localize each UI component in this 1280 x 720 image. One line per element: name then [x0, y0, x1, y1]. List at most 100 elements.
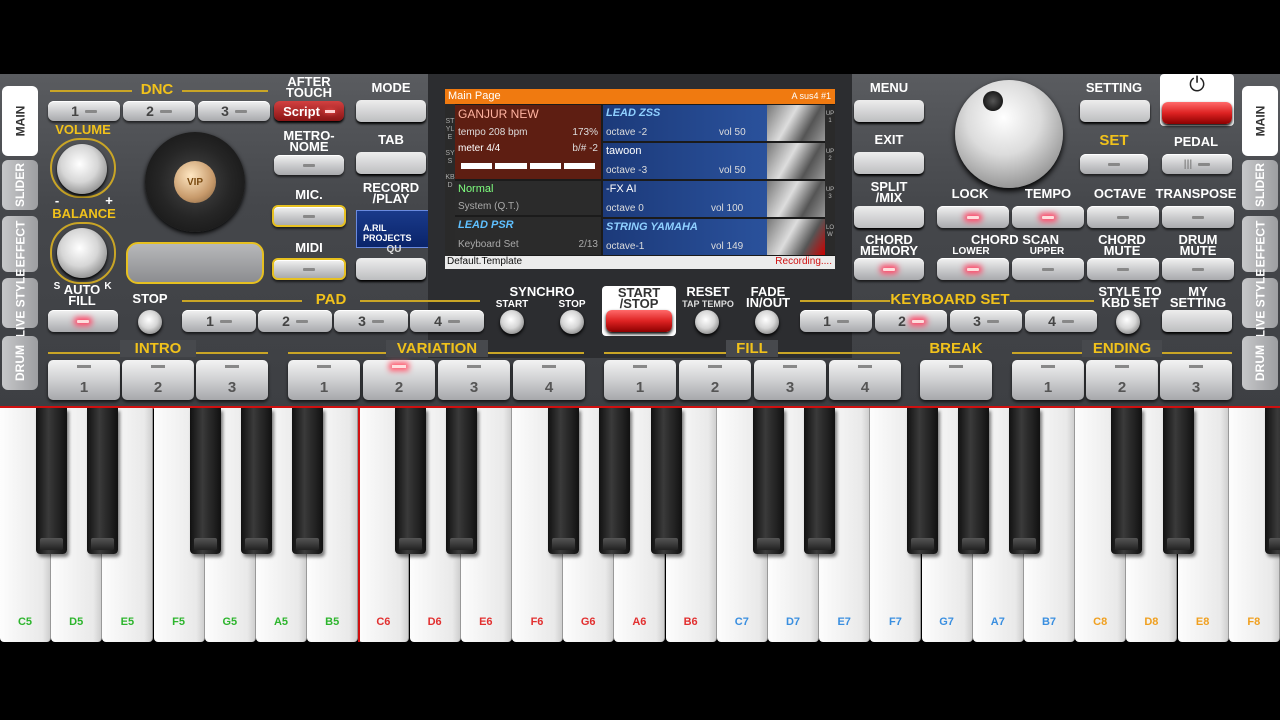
black-key[interactable] [753, 408, 784, 554]
tab-button[interactable] [356, 152, 426, 174]
voice-up2[interactable]: tawoon octave -3 vol 50 [603, 143, 825, 179]
fade-knob[interactable] [755, 310, 779, 334]
quick-button[interactable] [356, 258, 426, 280]
mic-button[interactable] [272, 205, 346, 227]
kbd-set-button-3[interactable]: 3 [950, 310, 1022, 332]
start-stop-button[interactable] [606, 310, 672, 332]
synchro-stop-knob[interactable] [560, 310, 584, 334]
lock-button[interactable] [937, 206, 1009, 228]
voice-up3[interactable]: -FX AI octave 0 vol 100 [603, 181, 825, 217]
fill-button-3[interactable]: 3 [754, 360, 826, 400]
data-dial[interactable] [955, 80, 1063, 188]
side-tab-effect-right[interactable]: EFFECT [1242, 216, 1278, 272]
intro-button-2[interactable]: 2 [122, 360, 194, 400]
synchro-stop-label: STOP [558, 299, 586, 310]
split-mix-button[interactable] [854, 206, 924, 228]
set-button[interactable] [1080, 154, 1148, 174]
variation-button-4[interactable]: 4 [513, 360, 585, 400]
black-key[interactable] [1162, 408, 1194, 554]
side-tab-effect-left[interactable]: EFFECT [2, 216, 38, 272]
stop-knob[interactable] [138, 310, 162, 334]
pedal-button[interactable]: ||| [1162, 154, 1232, 174]
black-key[interactable] [1265, 408, 1280, 554]
voice-low[interactable]: STRING YAMAHA octave-1 vol 149 [603, 219, 825, 255]
kbd-set-button-4[interactable]: 4 [1025, 310, 1097, 332]
black-key[interactable] [599, 408, 631, 554]
style-to-kbd-knob[interactable] [1116, 310, 1140, 334]
variation-button-3[interactable]: 3 [438, 360, 510, 400]
dnc-button-3[interactable]: 3 [198, 101, 270, 121]
performance-panel[interactable]: Normal System (Q.T.) [455, 181, 601, 215]
chord-scan-upper-button[interactable] [1012, 258, 1084, 280]
black-key[interactable] [36, 408, 68, 554]
pad-button-3[interactable]: 3 [334, 310, 408, 332]
black-key[interactable] [906, 408, 938, 554]
style-panel[interactable]: GANJUR NEW tempo 208 bpm 173% meter 4/4 … [455, 105, 601, 179]
octave-button[interactable] [1087, 206, 1159, 228]
black-key[interactable] [1111, 408, 1143, 554]
black-key[interactable] [87, 408, 119, 554]
keyboard-set-panel[interactable]: LEAD PSR Keyboard Set 2/13 [455, 217, 601, 255]
pad-button-1[interactable]: 1 [182, 310, 256, 332]
pad-button-2[interactable]: 2 [258, 310, 332, 332]
ending-button-2[interactable]: 2 [1086, 360, 1158, 400]
drum-mute-button[interactable] [1162, 258, 1234, 280]
black-key[interactable] [241, 408, 272, 554]
transpose-button[interactable] [1162, 206, 1234, 228]
chord-memory-button[interactable] [854, 258, 924, 280]
black-key[interactable] [394, 408, 426, 554]
voice-up1[interactable]: LEAD ZSS octave -2 vol 50 [603, 105, 825, 141]
mode-button[interactable] [356, 100, 426, 122]
chord-scan-lower-button[interactable] [937, 258, 1009, 280]
side-tab-slider-right[interactable]: SLIDER [1242, 160, 1278, 210]
ending-button-1[interactable]: 1 [1012, 360, 1084, 400]
ending-button-3[interactable]: 3 [1160, 360, 1232, 400]
black-key[interactable] [548, 408, 580, 554]
black-key[interactable] [189, 408, 221, 554]
black-key[interactable] [957, 408, 989, 554]
auto-fill-button[interactable] [48, 310, 118, 332]
tempo-button[interactable] [1012, 206, 1084, 228]
volume-knob[interactable] [57, 144, 107, 194]
intro-button-3[interactable]: 3 [196, 360, 268, 400]
chord-mute-button[interactable] [1087, 258, 1159, 280]
black-key[interactable] [804, 408, 836, 554]
pad-button-4[interactable]: 4 [410, 310, 484, 332]
button-label: 2 [1117, 379, 1127, 396]
dnc-button-2[interactable]: 2 [123, 101, 195, 121]
black-key[interactable] [650, 408, 682, 554]
fill-button-2[interactable]: 2 [679, 360, 751, 400]
black-key[interactable] [445, 408, 477, 554]
intro-button-1[interactable]: 1 [48, 360, 120, 400]
black-key[interactable] [292, 408, 324, 554]
my-setting-button[interactable] [1162, 310, 1232, 332]
variation-button-1[interactable]: 1 [288, 360, 360, 400]
script-button[interactable]: Script [274, 101, 344, 121]
side-tab-live-style-left[interactable]: LIVE STYLE [2, 269, 38, 337]
synchro-start-knob[interactable] [500, 310, 524, 334]
break-button[interactable] [920, 360, 992, 400]
balance-knob[interactable] [57, 228, 107, 278]
side-tab-main-left[interactable]: MAIN [2, 86, 38, 156]
midi-button[interactable] [272, 258, 346, 280]
fill-button-4[interactable]: 4 [829, 360, 901, 400]
touch-pad[interactable] [126, 242, 264, 284]
side-tab-main-right[interactable]: MAIN [1242, 86, 1278, 156]
side-tab-drum-left[interactable]: DRUM [2, 336, 38, 390]
power-button[interactable] [1162, 102, 1232, 124]
side-tab-drum-right[interactable]: DRUM [1242, 336, 1278, 390]
metronome-button[interactable] [274, 155, 344, 175]
black-key[interactable] [1009, 408, 1040, 554]
kbd-set-button-1[interactable]: 1 [800, 310, 872, 332]
side-tab-slider-left[interactable]: SLIDER [2, 160, 38, 210]
exit-button[interactable] [854, 152, 924, 174]
kbd-set-button-2[interactable]: 2 [875, 310, 947, 332]
menu-button[interactable] [854, 100, 924, 122]
fill-button-1[interactable]: 1 [604, 360, 676, 400]
style-name: GANJUR NEW [458, 107, 539, 121]
setting-button[interactable] [1080, 100, 1150, 122]
tap-tempo-knob[interactable] [695, 310, 719, 334]
dnc-button-1[interactable]: 1 [48, 101, 120, 121]
side-tab-live-style-right[interactable]: LIVE STYLE [1242, 269, 1278, 337]
variation-button-2[interactable]: 2 [363, 360, 435, 400]
